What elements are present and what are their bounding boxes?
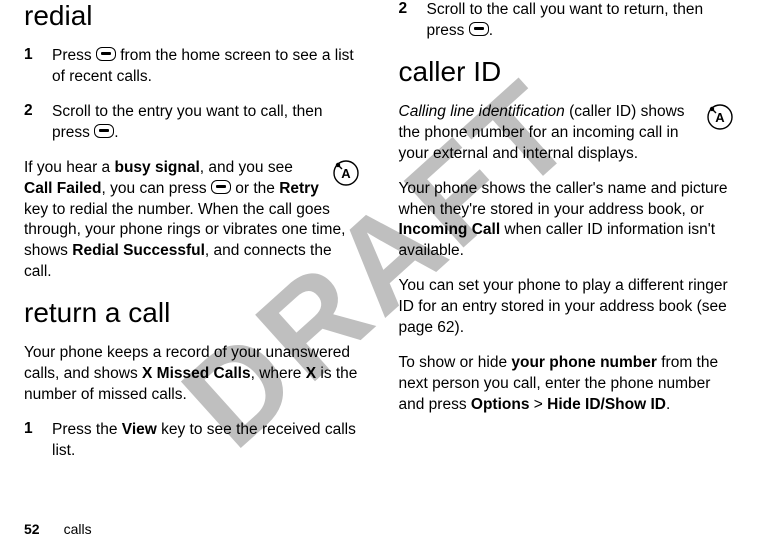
send-key-icon (469, 22, 489, 36)
step-number: 1 (24, 46, 52, 88)
step-number: 2 (24, 102, 52, 144)
heading-return-call: return a call (24, 297, 359, 329)
page-footer: 52 calls (24, 521, 92, 537)
text: Press (52, 47, 96, 64)
text: To show or hide (399, 354, 512, 371)
caller-id-paragraph-2: Your phone shows the caller's name and p… (399, 179, 734, 263)
step-number: 2 (399, 0, 427, 42)
return-call-paragraph: Your phone keeps a record of your unansw… (24, 343, 359, 406)
text: . (666, 396, 670, 413)
caller-id-paragraph-4: To show or hide your phone number from t… (399, 353, 734, 416)
send-key-icon (96, 47, 116, 61)
text-italic: Calling line identification (399, 103, 565, 120)
text-ui: X Missed Calls (142, 365, 251, 382)
right-column: 2 Scroll to the call you want to return,… (399, 0, 734, 476)
step-body: Press from the home screen to see a list… (52, 46, 359, 88)
step-body: Press the View key to see the received c… (52, 420, 359, 462)
text: , you can press (102, 180, 211, 197)
text-ui: X (306, 365, 316, 382)
text: If you hear a (24, 159, 114, 176)
text: , where (251, 365, 306, 382)
antenna-icon: A (707, 104, 733, 130)
text: . (489, 22, 493, 39)
heading-redial: redial (24, 0, 359, 32)
busy-signal-paragraph: A If you hear a busy signal, and you see… (24, 158, 359, 284)
antenna-icon: A (333, 160, 359, 186)
send-key-icon (211, 180, 231, 194)
text: , and you see (200, 159, 293, 176)
svg-text:A: A (341, 166, 351, 181)
left-column: redial 1 Press from the home screen to s… (24, 0, 359, 476)
caller-id-paragraph-1: A Calling line identification (caller ID… (399, 102, 734, 165)
text-bold: busy signal (114, 159, 199, 176)
step-body: Scroll to the call you want to return, t… (427, 0, 734, 42)
redial-step-2: 2 Scroll to the entry you want to call, … (24, 102, 359, 144)
heading-caller-id: caller ID (399, 56, 734, 88)
step-body: Scroll to the entry you want to call, th… (52, 102, 359, 144)
page-content: redial 1 Press from the home screen to s… (0, 0, 757, 476)
section-label: calls (64, 521, 92, 537)
text-bold: your phone number (511, 354, 657, 371)
page-number: 52 (24, 521, 40, 537)
svg-text:A: A (715, 110, 725, 125)
text: or the (231, 180, 279, 197)
text-ui: Options (471, 396, 530, 413)
caller-id-paragraph-3: You can set your phone to play a differe… (399, 276, 734, 339)
text-ui: Redial Successful (72, 242, 205, 259)
text-ui: Incoming Call (399, 221, 501, 238)
text-ui: Call Failed (24, 180, 102, 197)
step-number: 1 (24, 420, 52, 462)
redial-step-1: 1 Press from the home screen to see a li… (24, 46, 359, 88)
send-key-icon (94, 124, 114, 138)
text-ui: View (122, 421, 157, 438)
return-step-2: 2 Scroll to the call you want to return,… (399, 0, 734, 42)
text: Scroll to the entry you want to call, th… (52, 103, 323, 141)
text: Scroll to the call you want to return, t… (427, 1, 704, 39)
text-ui: Retry (279, 180, 319, 197)
return-step-1: 1 Press the View key to see the received… (24, 420, 359, 462)
text-ui: Hide ID/Show ID (547, 396, 666, 413)
text: Press the (52, 421, 122, 438)
text: . (114, 124, 118, 141)
text: > (529, 396, 547, 413)
text: Your phone shows the caller's name and p… (399, 180, 728, 218)
